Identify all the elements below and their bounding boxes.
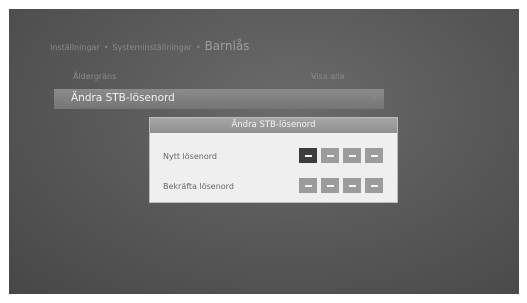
chevron-right-icon: › — [372, 93, 376, 102]
pin-digit-2[interactable] — [321, 148, 339, 163]
tv-screen: Inställningar • Systeminställningar • Barnlå… — [9, 9, 519, 294]
pin-digit-2[interactable] — [321, 178, 339, 193]
confirm-password-label: Bekräfta lösenord — [163, 182, 234, 191]
age-limit-label[interactable]: Åldergräns — [73, 72, 116, 81]
new-password-input[interactable] — [299, 148, 383, 163]
breadcrumb-current: Barnlås — [204, 39, 250, 53]
pin-digit-1[interactable] — [299, 178, 317, 193]
dash-icon — [370, 154, 378, 157]
pin-digit-4[interactable] — [365, 178, 383, 193]
dash-icon — [348, 184, 356, 187]
pin-digit-1[interactable] — [299, 148, 317, 163]
pin-digit-4[interactable] — [365, 148, 383, 163]
dash-icon — [304, 154, 312, 157]
breadcrumb-item-system-settings[interactable]: Systeminställningar — [112, 43, 191, 52]
dialog-title: Ändra STB-lösenord — [150, 118, 397, 133]
change-stb-password-item[interactable]: Ändra STB-lösenord › — [54, 89, 384, 109]
breadcrumb: Inställningar • Systeminställningar • Barnlå… — [50, 39, 249, 53]
password-dialog: Ändra STB-lösenord Nytt lösenord Bekräft… — [149, 117, 398, 203]
breadcrumb-separator: • — [195, 43, 201, 52]
breadcrumb-separator: • — [103, 43, 109, 52]
menu-item-label: Ändra STB-lösenord — [71, 92, 175, 104]
confirm-password-input[interactable] — [299, 178, 383, 193]
dash-icon — [348, 154, 356, 157]
dash-icon — [326, 154, 334, 157]
dash-icon — [370, 184, 378, 187]
age-limit-value[interactable]: Visa alla — [311, 72, 344, 81]
breadcrumb-item-settings[interactable]: Inställningar — [50, 43, 100, 52]
dash-icon — [304, 184, 312, 187]
pin-digit-3[interactable] — [343, 178, 361, 193]
new-password-label: Nytt lösenord — [163, 152, 217, 161]
pin-digit-3[interactable] — [343, 148, 361, 163]
dash-icon — [326, 184, 334, 187]
